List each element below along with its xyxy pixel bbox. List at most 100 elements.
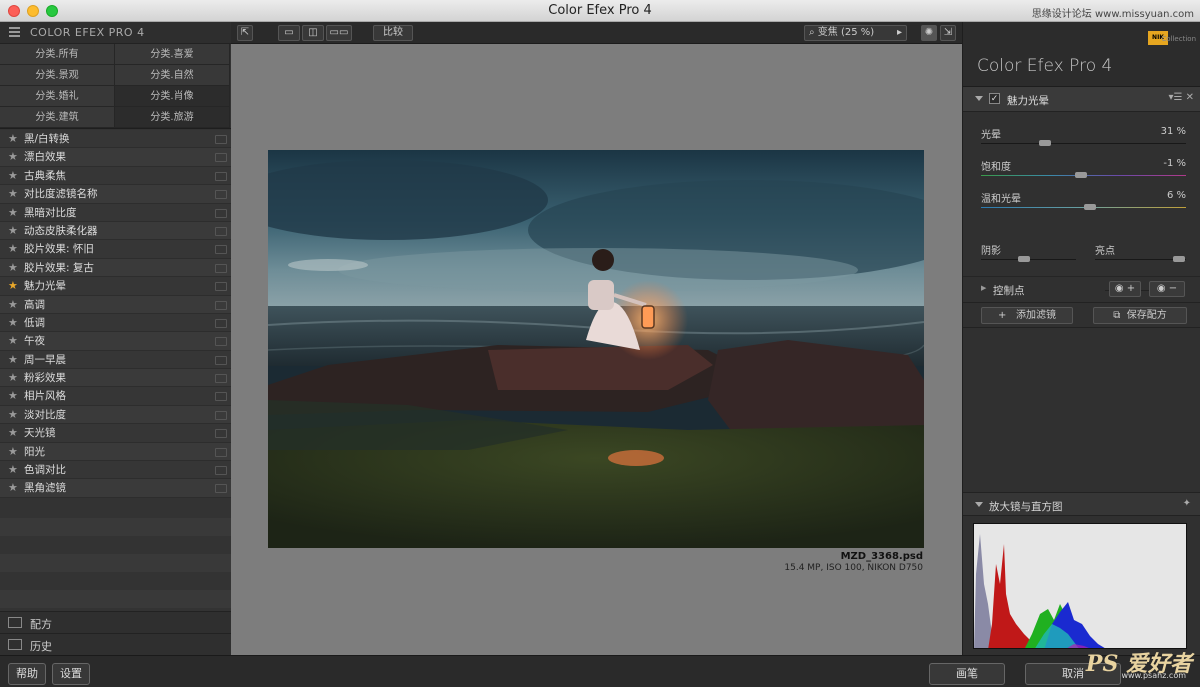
filter-item[interactable]: ★ 低调 xyxy=(0,313,231,333)
star-icon[interactable]: ★ xyxy=(8,351,18,369)
chevron-right-icon: ▸ xyxy=(896,27,902,38)
category-all[interactable]: 分类.所有 xyxy=(0,44,115,65)
star-icon[interactable]: ★ xyxy=(8,443,18,461)
star-icon[interactable]: ★ xyxy=(8,369,18,387)
export-icon[interactable]: ⇱ xyxy=(237,25,253,41)
star-icon[interactable]: ★ xyxy=(8,148,18,166)
filter-label: 动态皮肤柔化器 xyxy=(24,224,98,237)
saturation-slider[interactable]: 饱和度 -1 % xyxy=(963,152,1200,184)
filter-item[interactable]: ★ 古典柔焦 xyxy=(0,166,231,186)
preview-image[interactable] xyxy=(268,150,924,548)
category-nature[interactable]: 分类.自然 xyxy=(115,65,230,86)
filter-item[interactable]: ★ 色调对比 xyxy=(0,461,231,480)
compare-button[interactable]: 比较 xyxy=(373,25,413,41)
filter-item[interactable]: ★ 粉彩效果 xyxy=(0,369,231,388)
copy-icon xyxy=(215,263,227,273)
filter-item-active[interactable]: ★ 魅力光晕 xyxy=(0,277,231,296)
brush-button[interactable]: 画笔 xyxy=(929,663,1005,685)
filter-item[interactable]: ★ 漂白效果 xyxy=(0,148,231,167)
category-wedding[interactable]: 分类.婚礼 xyxy=(0,86,115,107)
star-icon[interactable]: ★ xyxy=(8,259,18,277)
save-recipe-button[interactable]: ⧉ 保存配方 xyxy=(1093,307,1187,324)
recipes-section[interactable]: 配方 xyxy=(0,611,231,633)
collapse-triangle-icon[interactable] xyxy=(975,502,983,507)
star-icon[interactable]: ★ xyxy=(8,461,18,479)
filter-item[interactable]: ★ 黑/白转换 xyxy=(0,130,231,149)
filter-item[interactable]: ★ 黑角滤镜 xyxy=(0,479,231,498)
slider-track[interactable] xyxy=(981,172,1186,178)
slider-thumb[interactable] xyxy=(1075,172,1088,178)
slider-thumb[interactable] xyxy=(1038,140,1051,146)
close-icon[interactable]: ✕ xyxy=(1186,92,1194,103)
filter-menu-icon[interactable]: ▾☰ xyxy=(1168,92,1182,103)
filter-item[interactable]: ★ 天光镜 xyxy=(0,424,231,443)
expand-triangle-icon[interactable]: ▶ xyxy=(981,284,986,292)
plus-icon: + xyxy=(998,310,1010,321)
filter-item[interactable]: ★ 黑暗对比度 xyxy=(0,203,231,222)
single-view-button[interactable]: ▭ xyxy=(278,25,300,41)
image-filename: MZD_3368.psd xyxy=(840,551,923,562)
add-control-point-button[interactable]: ◉ + xyxy=(1109,281,1141,297)
copy-icon xyxy=(215,466,227,476)
add-filter-button[interactable]: + 添加滤镜 xyxy=(981,307,1073,324)
panel-toggle-icon[interactable]: ⇲ xyxy=(940,25,956,41)
star-icon[interactable]: ★ xyxy=(8,424,18,442)
empty-list-area xyxy=(0,500,231,610)
category-architecture[interactable]: 分类.建筑 xyxy=(0,107,115,128)
filter-item[interactable]: ★ 高调 xyxy=(0,295,231,314)
side-by-side-button[interactable]: ▭▭ xyxy=(326,25,352,41)
remove-control-point-button[interactable]: ◉ − xyxy=(1149,281,1185,297)
star-icon[interactable]: ★ xyxy=(8,387,18,405)
filter-item[interactable]: ★ 相片风格 xyxy=(0,387,231,406)
histogram xyxy=(973,523,1187,649)
filter-item[interactable]: ★ 午夜 xyxy=(0,332,231,351)
pin-icon[interactable]: ✦ xyxy=(1183,498,1191,509)
category-travel[interactable]: 分类.旅游 xyxy=(115,107,230,128)
filter-enable-checkbox[interactable]: ✓ xyxy=(989,93,1000,104)
star-icon[interactable]: ★ xyxy=(8,222,18,240)
filter-item[interactable]: ★ 淡对比度 xyxy=(0,405,231,425)
warmth-slider[interactable]: 温和光晕 6 % xyxy=(963,184,1200,216)
copy-icon xyxy=(215,410,227,420)
history-section[interactable]: 历史 xyxy=(0,633,231,655)
star-icon[interactable]: ★ xyxy=(8,296,18,314)
star-icon[interactable]: ★ xyxy=(8,277,18,295)
star-icon[interactable]: ★ xyxy=(8,185,18,203)
star-icon[interactable]: ★ xyxy=(8,479,18,497)
category-favorites[interactable]: 分类.喜爱 xyxy=(115,44,230,65)
filter-item[interactable]: ★ 对比度滤镜名称 xyxy=(0,185,231,204)
settings-button[interactable]: 设置 xyxy=(52,663,90,685)
filter-label: 黑角滤镜 xyxy=(24,482,66,495)
category-landscape[interactable]: 分类.景观 xyxy=(0,65,115,86)
collapse-triangle-icon[interactable] xyxy=(975,96,983,101)
filter-item[interactable]: ★ 动态皮肤柔化器 xyxy=(0,221,231,241)
slider-thumb[interactable] xyxy=(1083,204,1096,210)
star-icon[interactable]: ★ xyxy=(8,406,18,424)
filter-item[interactable]: ★ 胶片效果: 复古 xyxy=(0,258,231,278)
menu-icon[interactable] xyxy=(9,27,20,37)
slider-value: -1 % xyxy=(1163,158,1186,169)
slider-thumb[interactable] xyxy=(1017,256,1030,262)
slider-track[interactable] xyxy=(981,140,1186,146)
star-icon[interactable]: ★ xyxy=(8,240,18,258)
filter-item[interactable]: ★ 胶片效果: 怀旧 xyxy=(0,240,231,259)
highlight-slider[interactable] xyxy=(1095,256,1186,262)
glow-slider[interactable]: 光晕 31 % xyxy=(963,120,1200,152)
help-button[interactable]: 帮助 xyxy=(8,663,46,685)
shadow-slider[interactable] xyxy=(981,256,1076,262)
split-view-button[interactable]: ◫ xyxy=(302,25,324,41)
star-icon[interactable]: ★ xyxy=(8,167,18,185)
filter-item[interactable]: ★ 周一早晨 xyxy=(0,350,231,370)
filter-item[interactable]: ★ 阳光 xyxy=(0,442,231,462)
star-icon[interactable]: ★ xyxy=(8,130,18,148)
star-icon[interactable]: ★ xyxy=(8,204,18,222)
star-icon[interactable]: ★ xyxy=(8,314,18,332)
copy-icon xyxy=(215,484,227,494)
slider-thumb[interactable] xyxy=(1172,256,1185,262)
control-points-row: ▶ 控制点 ◉ + ◉ − xyxy=(963,276,1200,302)
slider-track[interactable] xyxy=(981,204,1186,210)
zoom-dropdown[interactable]: ⌕ 变焦 (25 %) ▸ xyxy=(804,25,907,41)
lightbulb-icon[interactable]: ✺ xyxy=(921,25,937,41)
category-portrait[interactable]: 分类.肖像 xyxy=(115,86,230,107)
star-icon[interactable]: ★ xyxy=(8,332,18,350)
